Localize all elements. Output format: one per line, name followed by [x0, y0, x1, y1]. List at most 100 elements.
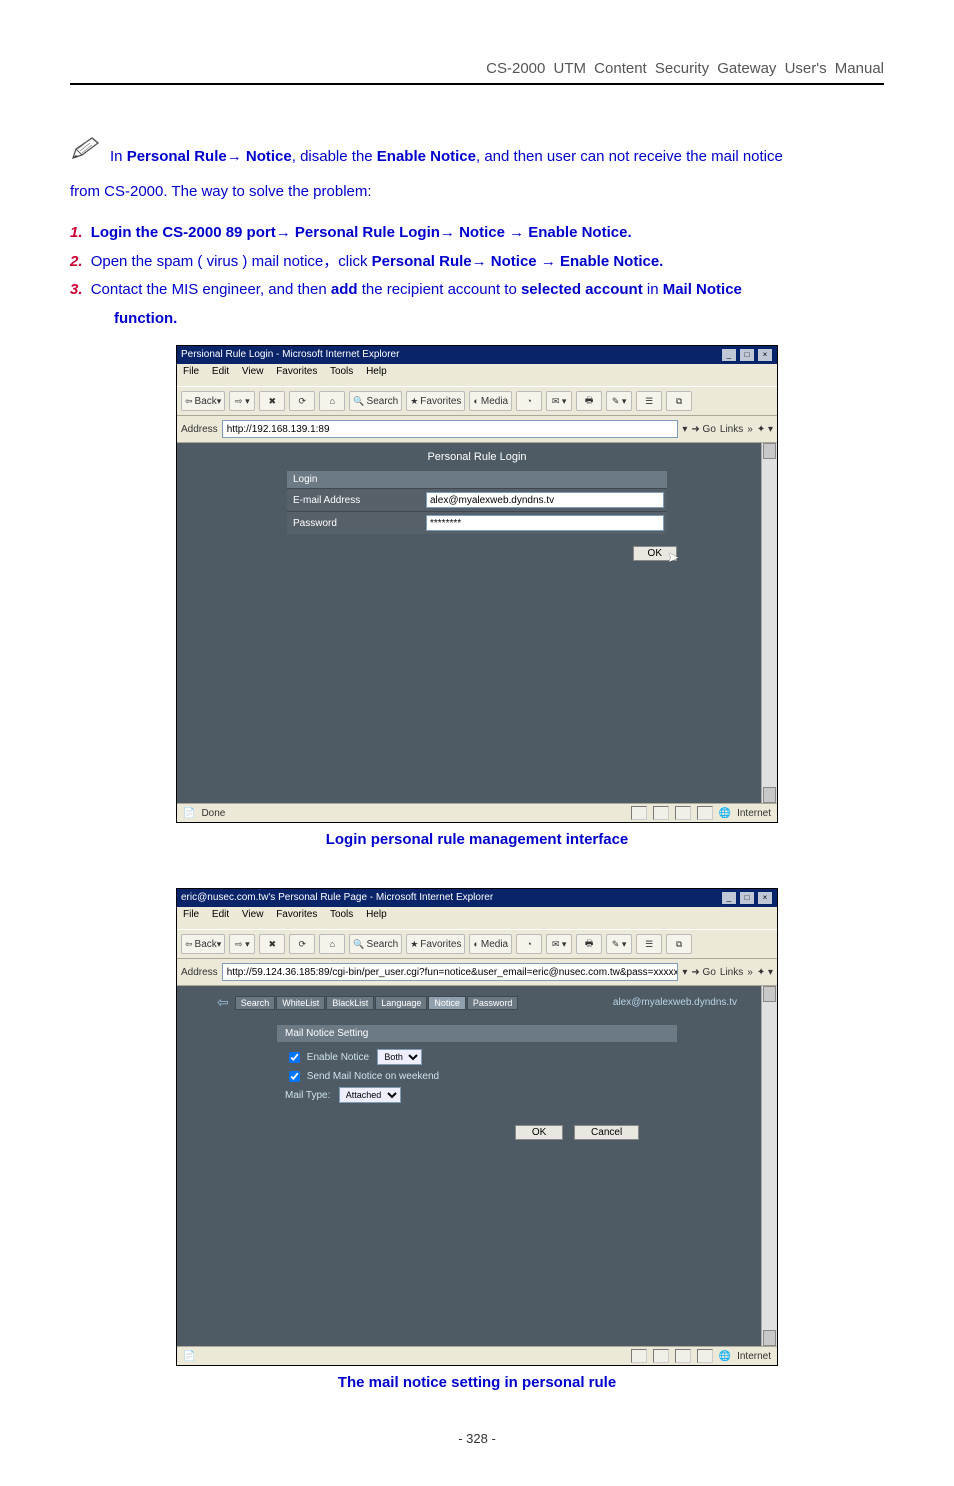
discuss-button[interactable]: ☰: [636, 934, 662, 954]
scrollbar[interactable]: [761, 986, 777, 1346]
weekend-checkbox[interactable]: [289, 1071, 300, 1082]
menu-favorites[interactable]: Favorites: [276, 366, 317, 377]
maximize-button[interactable]: □: [739, 891, 755, 905]
stop-button[interactable]: ✖: [259, 934, 285, 954]
print-button[interactable]: 🖶: [576, 934, 602, 954]
step-2: 2. Open the spam ( virus ) mail notice，c…: [70, 248, 884, 277]
links-chevron-icon[interactable]: »: [747, 424, 753, 435]
status-done-icon: 📄: [183, 1351, 195, 1362]
links-chevron-icon[interactable]: »: [747, 967, 753, 978]
password-field[interactable]: [426, 515, 664, 531]
search-button[interactable]: 🔍Search: [349, 934, 402, 954]
status-cell: [697, 1349, 713, 1363]
status-cell: [631, 1349, 647, 1363]
extra-toolbar-button[interactable]: ✦ ▾: [757, 967, 773, 978]
menu-bar[interactable]: File Edit View Favorites Tools Help: [177, 364, 777, 386]
addr-dropdown-icon[interactable]: ▾: [682, 967, 687, 978]
step-3b: function.: [114, 310, 177, 327]
cursor-icon: ➤: [667, 549, 679, 566]
tab-notice[interactable]: Notice: [428, 996, 466, 1010]
status-cell: [653, 1349, 669, 1363]
discuss-button[interactable]: ☰: [636, 391, 662, 411]
toolbar: ⇦Back ▾ ⇨ ▾ ✖ ⟳ ⌂ 🔍Search ★Favorites ◐Me…: [177, 386, 777, 416]
ok-button[interactable]: OK: [515, 1125, 563, 1140]
forward-button[interactable]: ⇨ ▾: [229, 391, 255, 411]
refresh-button[interactable]: ⟳: [289, 391, 315, 411]
mail-button[interactable]: ✉ ▾: [546, 934, 572, 954]
tabs-row: ⇦ SearchWhiteListBlackListLanguageNotice…: [177, 986, 777, 1015]
maximize-button[interactable]: □: [739, 348, 755, 362]
menu-bar[interactable]: File Edit View Favorites Tools Help: [177, 907, 777, 929]
menu-edit[interactable]: Edit: [212, 909, 229, 920]
history-button[interactable]: ◔: [516, 391, 542, 411]
page-title: Personal Rule Login: [177, 443, 777, 467]
forward-button[interactable]: ⇨ ▾: [229, 934, 255, 954]
menu-edit[interactable]: Edit: [212, 366, 229, 377]
menu-file[interactable]: File: [183, 909, 199, 920]
minimize-button[interactable]: _: [721, 891, 737, 905]
print-button[interactable]: 🖶: [576, 391, 602, 411]
research-button[interactable]: ⧉: [666, 391, 692, 411]
go-button[interactable]: ➜ Go: [691, 424, 716, 435]
media-button[interactable]: ◐Media: [469, 934, 512, 954]
caption-1: Login personal rule management interface: [70, 831, 884, 848]
notice-panel-header: Mail Notice Setting: [277, 1025, 677, 1042]
minimize-button[interactable]: _: [721, 348, 737, 362]
back-button[interactable]: ⇦Back ▾: [181, 391, 225, 411]
enable-notice-checkbox[interactable]: [289, 1052, 300, 1063]
menu-help[interactable]: Help: [366, 909, 387, 920]
step-3-mid: the recipient account to: [358, 281, 521, 298]
scrollbar[interactable]: [761, 443, 777, 803]
page-number: - 328 -: [70, 1431, 884, 1446]
menu-tools[interactable]: Tools: [330, 909, 353, 920]
tab-password[interactable]: Password: [467, 996, 519, 1010]
menu-tools[interactable]: Tools: [330, 366, 353, 377]
go-button[interactable]: ➜ Go: [691, 967, 716, 978]
step-3-b3: Mail Notice: [663, 281, 742, 298]
zone-icon: 🌐: [719, 1351, 731, 1362]
addr-dropdown-icon[interactable]: ▾: [682, 424, 687, 435]
pencil-icon: [70, 135, 104, 175]
media-button[interactable]: ◐Media: [469, 391, 512, 411]
close-button[interactable]: ×: [757, 891, 773, 905]
tab-whitelist[interactable]: WhiteList: [276, 996, 325, 1010]
favorites-button[interactable]: ★Favorites: [406, 934, 465, 954]
back-button[interactable]: ⇦Back ▾: [181, 934, 225, 954]
enable-notice-select[interactable]: Both: [377, 1049, 422, 1065]
step-3-mid2: in: [643, 281, 663, 298]
history-button[interactable]: ◔: [516, 934, 542, 954]
window-titlebar[interactable]: eric@nusec.com.tw's Personal Rule Page -…: [177, 889, 777, 907]
close-button[interactable]: ×: [757, 348, 773, 362]
browser-viewport: ⇦ SearchWhiteListBlackListLanguageNotice…: [177, 986, 777, 1346]
mail-button[interactable]: ✉ ▾: [546, 391, 572, 411]
email-field[interactable]: [426, 492, 664, 508]
home-button[interactable]: ⌂: [319, 391, 345, 411]
address-input[interactable]: http://192.168.139.1:89: [222, 420, 679, 438]
edit-button[interactable]: ✎ ▾: [606, 934, 632, 954]
edit-button[interactable]: ✎ ▾: [606, 391, 632, 411]
mail-type-select[interactable]: Attached: [339, 1087, 401, 1103]
address-input[interactable]: http://59.124.36.185:89/cgi-bin/per_user…: [222, 963, 679, 981]
menu-help[interactable]: Help: [366, 366, 387, 377]
address-label: Address: [181, 967, 218, 978]
tab-search[interactable]: Search: [235, 996, 276, 1010]
menu-file[interactable]: File: [183, 366, 199, 377]
links-label[interactable]: Links: [720, 967, 743, 978]
stop-button[interactable]: ✖: [259, 391, 285, 411]
favorites-button[interactable]: ★Favorites: [406, 391, 465, 411]
research-button[interactable]: ⧉: [666, 934, 692, 954]
window-titlebar[interactable]: Persional Rule Login - Microsoft Interne…: [177, 346, 777, 364]
menu-view[interactable]: View: [242, 366, 264, 377]
back-arrow-icon[interactable]: ⇦: [217, 994, 229, 1011]
step-num: 3.: [70, 281, 83, 298]
search-button[interactable]: 🔍Search: [349, 391, 402, 411]
links-label[interactable]: Links: [720, 424, 743, 435]
tab-blacklist[interactable]: BlackList: [326, 996, 374, 1010]
extra-toolbar-button[interactable]: ✦ ▾: [757, 424, 773, 435]
home-button[interactable]: ⌂: [319, 934, 345, 954]
menu-view[interactable]: View: [242, 909, 264, 920]
menu-favorites[interactable]: Favorites: [276, 909, 317, 920]
refresh-button[interactable]: ⟳: [289, 934, 315, 954]
cancel-button[interactable]: Cancel: [574, 1125, 639, 1140]
tab-language[interactable]: Language: [375, 996, 427, 1010]
